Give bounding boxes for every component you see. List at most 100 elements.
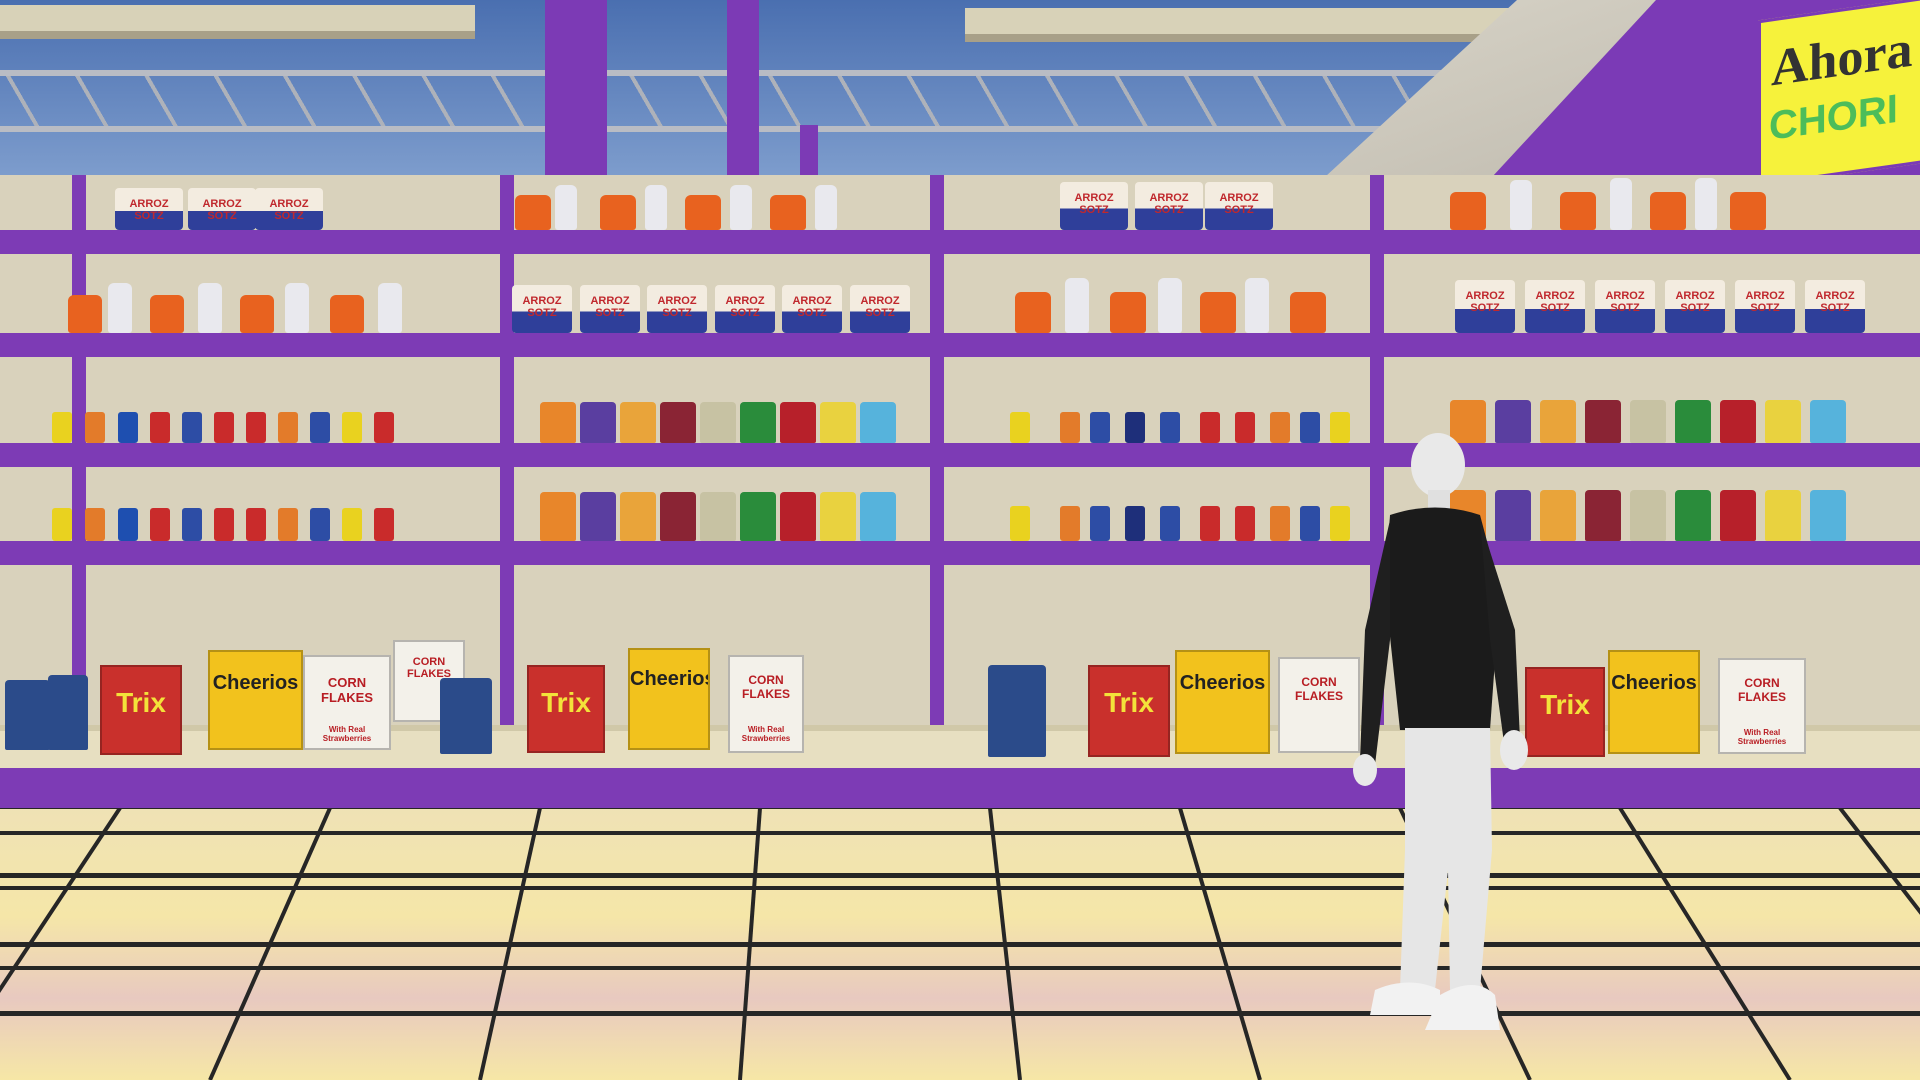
detergent-bottle — [150, 295, 184, 333]
rice-bag: ARROZ SOTZ — [647, 285, 707, 333]
detergent-bottle — [1560, 192, 1596, 230]
soda-can — [1060, 412, 1080, 443]
soda-can — [278, 412, 298, 443]
shelf-upright — [500, 175, 514, 775]
crunchips-bag — [440, 678, 492, 754]
chips-bag — [580, 402, 616, 443]
soda-can — [278, 508, 298, 541]
cereal-box-cheerios: Cheerios — [208, 650, 303, 750]
soda-can — [118, 508, 138, 541]
chips-bag — [780, 492, 816, 541]
soda-can — [214, 412, 234, 443]
chips-bag — [540, 492, 576, 541]
soda-can — [1125, 412, 1145, 443]
chips-bag — [740, 402, 776, 443]
chips-bag — [1810, 490, 1846, 541]
cereal-box-cornflakes: CORN FLAKES With Real Strawberries — [728, 655, 804, 753]
cereal-box-trix: Trix — [527, 665, 605, 753]
soda-can — [342, 412, 362, 443]
chips-bag — [660, 402, 696, 443]
chips-bag — [1630, 400, 1666, 443]
detergent-bottle — [330, 295, 364, 333]
rice-bag: ARROZ SOTZ — [1135, 182, 1203, 230]
rice-bag: ARROZ SOTZ — [850, 285, 910, 333]
floor-grid-lines — [0, 808, 1920, 1080]
detergent-bottle — [600, 195, 636, 230]
rice-bag: ARROZ SOTZ — [715, 285, 775, 333]
soda-can — [150, 508, 170, 541]
soap-bottle — [555, 185, 577, 230]
soap-bottle — [815, 185, 837, 230]
soda-can — [52, 412, 72, 443]
soda-can — [150, 412, 170, 443]
rice-bag: ARROZ SOTZ — [1060, 182, 1128, 230]
chips-bag — [1630, 490, 1666, 541]
shelf-board-row-2 — [0, 333, 1920, 357]
rice-bag: ARROZ SOTZ — [782, 285, 842, 333]
soda-can — [310, 508, 330, 541]
chips-bag — [1675, 490, 1711, 541]
detergent-bottle — [1730, 192, 1766, 230]
detergent-bottle — [1110, 292, 1146, 333]
soda-can — [1200, 412, 1220, 443]
detergent-bottle — [68, 295, 102, 333]
cereal-box-trix: Trix — [1088, 665, 1170, 757]
crunchips-bag — [5, 680, 50, 750]
chips-bag — [620, 492, 656, 541]
soda-can — [1160, 506, 1180, 541]
rice-bag: ARROZ SOTZ — [1665, 280, 1725, 333]
soda-can — [118, 412, 138, 443]
soap-bottle — [1510, 180, 1532, 230]
soda-can — [1010, 412, 1030, 443]
chips-bag — [1765, 400, 1801, 443]
soda-can — [246, 508, 266, 541]
soap-bottle — [730, 185, 752, 230]
chips-bag — [1585, 490, 1621, 541]
rice-bag: ARROZ SOTZ — [1455, 280, 1515, 333]
rice-bag: ARROZ SOTZ — [115, 188, 183, 230]
cereal-box-cheerios: Cheerios — [1175, 650, 1270, 754]
soda-can — [1235, 506, 1255, 541]
soap-bottle — [1065, 278, 1089, 333]
soda-can — [1010, 506, 1030, 541]
soda-can — [85, 508, 105, 541]
chips-bag — [1585, 400, 1621, 443]
support-pillar — [545, 0, 607, 190]
rice-bag: ARROZ SOTZ — [512, 285, 572, 333]
chips-bag — [1675, 400, 1711, 443]
soda-can — [1270, 412, 1290, 443]
chips-bag — [1810, 400, 1846, 443]
detergent-bottle — [1650, 192, 1686, 230]
soda-can — [1235, 412, 1255, 443]
rice-bag: ARROZ SOTZ — [1205, 182, 1273, 230]
rice-bag: ARROZ SOTZ — [188, 188, 256, 230]
chips-bag — [700, 402, 736, 443]
chips-bag — [660, 492, 696, 541]
chips-bag — [700, 492, 736, 541]
cereal-box-cornflakes: CORN FLAKES With Real Strawberries — [303, 655, 391, 750]
soda-can — [1300, 506, 1320, 541]
rice-bag: ARROZ SOTZ — [1805, 280, 1865, 333]
soap-bottle — [1158, 278, 1182, 333]
chips-bag — [540, 402, 576, 443]
soda-can — [374, 412, 394, 443]
soda-can — [1270, 506, 1290, 541]
detergent-bottle — [240, 295, 274, 333]
chips-bag — [620, 402, 656, 443]
soda-can — [1125, 506, 1145, 541]
soda-can — [1200, 506, 1220, 541]
soda-can — [1060, 506, 1080, 541]
chips-bag — [820, 492, 856, 541]
detergent-bottle — [1290, 292, 1326, 333]
soda-can — [85, 412, 105, 443]
shelf-upright — [930, 175, 944, 820]
rice-bag: ARROZ SOTZ — [1595, 280, 1655, 333]
soap-bottle — [645, 185, 667, 230]
soap-bottle — [285, 283, 309, 333]
soap-bottle — [108, 283, 132, 333]
chips-bag — [780, 402, 816, 443]
rice-bag: ARROZ SOTZ — [1525, 280, 1585, 333]
ceiling-truss — [0, 70, 1530, 132]
cereal-box-cheerios: Cheerios — [628, 648, 710, 750]
soda-can — [342, 508, 362, 541]
